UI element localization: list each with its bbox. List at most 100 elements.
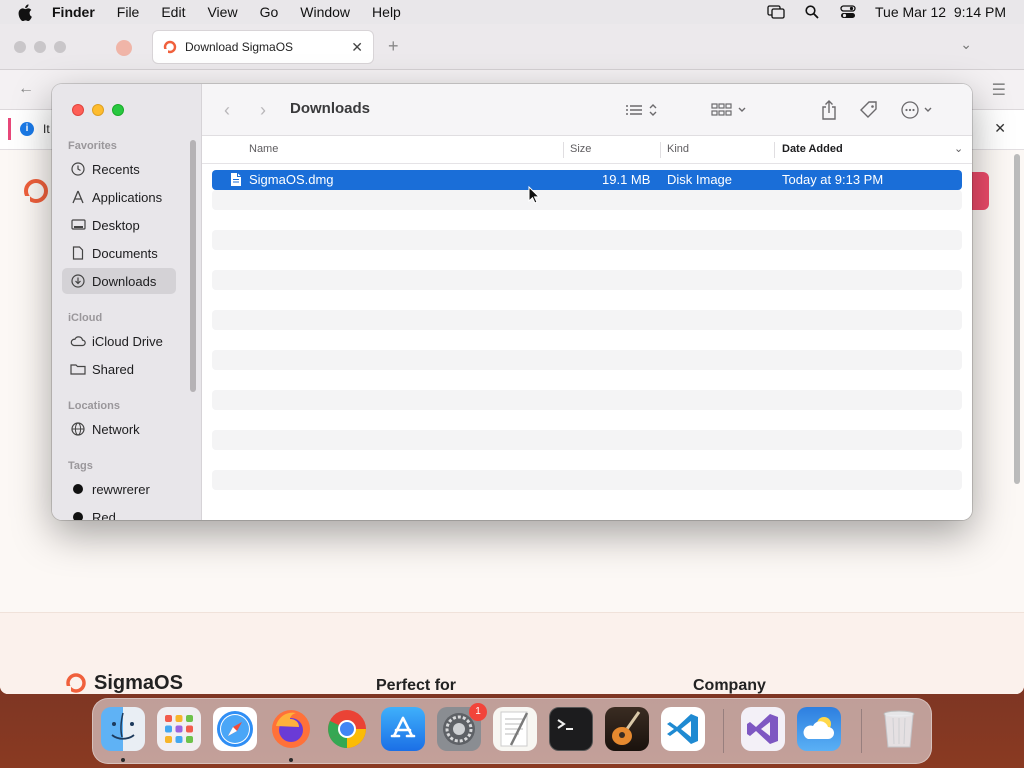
dmg-file-icon — [230, 172, 242, 190]
sidebar-item-tag-red[interactable]: Red — [62, 504, 176, 520]
window-zoom-button[interactable] — [112, 104, 124, 116]
more-actions-button[interactable] — [898, 98, 938, 122]
tags-button[interactable] — [858, 98, 880, 122]
dock-safari-icon[interactable] — [213, 707, 257, 751]
browser-close-button[interactable] — [14, 41, 26, 53]
notification-accent — [8, 118, 11, 140]
dock-chrome-icon[interactable] — [325, 707, 369, 751]
sidebar-item-shared[interactable]: Shared — [62, 356, 176, 382]
finder-content: ‹ › Downloads Name Size Kind Date Added … — [202, 84, 972, 520]
sidebar-item-network[interactable]: Network — [62, 416, 176, 442]
browser-minimize-button[interactable] — [34, 41, 46, 53]
column-divider[interactable] — [774, 142, 775, 158]
empty-row — [212, 350, 962, 370]
tag-icon — [860, 101, 877, 118]
notification-text: It — [43, 122, 50, 136]
browser-tab-strip: Download SigmaOS ✕ + ⌄ — [0, 24, 1024, 70]
sidebar-item-recents[interactable]: Recents — [62, 156, 176, 182]
window-minimize-button[interactable] — [92, 104, 104, 116]
new-tab-icon[interactable]: + — [388, 36, 399, 57]
file-size: 19.1 MB — [602, 172, 651, 187]
sidebar-item-tag-rewwrerer[interactable]: rewwrerer — [62, 476, 176, 502]
sidebar-item-documents[interactable]: Documents — [62, 240, 176, 266]
menu-go[interactable]: Go — [260, 4, 279, 20]
dock-vscode-icon[interactable] — [661, 707, 705, 751]
finder-sidebar: Favorites Recents Applications Desktop D… — [52, 84, 202, 520]
notification-close-icon[interactable]: ✕ — [994, 120, 1006, 137]
tab-close-icon[interactable]: ✕ — [351, 39, 363, 56]
browser-scrollbar[interactable] — [1014, 154, 1020, 484]
footer-brand[interactable]: SigmaOS — [60, 671, 183, 694]
tag-color-dot — [73, 512, 83, 520]
menu-bar: Finder File Edit View Go Window Help Tue… — [0, 0, 1024, 24]
back-chevron-icon[interactable]: ‹ — [224, 100, 230, 121]
column-divider[interactable] — [660, 142, 661, 158]
dock-textedit-icon[interactable] — [493, 707, 537, 751]
browser-zoom-button[interactable] — [54, 41, 66, 53]
empty-row — [212, 390, 962, 410]
dock-trash-icon[interactable] — [877, 707, 921, 751]
spotlight-search-icon[interactable] — [803, 4, 821, 20]
column-header-kind[interactable]: Kind — [667, 143, 689, 155]
share-button[interactable] — [818, 98, 840, 122]
apple-menu-icon[interactable] — [18, 3, 42, 21]
group-by-button[interactable] — [710, 98, 750, 122]
window-close-button[interactable] — [72, 104, 84, 116]
sort-chevron-icon[interactable]: ⌄ — [954, 142, 963, 155]
dock-weather-icon[interactable] — [797, 707, 841, 751]
applications-icon — [70, 189, 86, 205]
column-header-name[interactable]: Name — [249, 143, 278, 155]
browser-back-icon[interactable]: ← — [18, 80, 34, 98]
screen-mirroring-icon[interactable] — [767, 4, 785, 20]
menu-view[interactable]: View — [207, 4, 237, 20]
dock-visual-studio-icon[interactable] — [741, 707, 785, 751]
dock-garageband-icon[interactable] — [605, 707, 649, 751]
empty-row — [212, 470, 962, 490]
window-title: Downloads — [290, 100, 371, 117]
empty-row — [212, 270, 962, 290]
shared-folder-icon — [70, 361, 86, 377]
dock-firefox-icon[interactable] — [269, 707, 313, 751]
sidebar-scrollbar[interactable] — [190, 140, 196, 392]
sidebar-item-downloads[interactable]: Downloads — [62, 268, 176, 294]
dock-terminal-icon[interactable] — [549, 707, 593, 751]
dock-finder-icon[interactable] — [101, 707, 145, 751]
globe-icon — [70, 421, 86, 437]
sidebar-item-label: Documents — [92, 245, 158, 261]
menu-app-name[interactable]: Finder — [52, 4, 95, 20]
sidebar-item-desktop[interactable]: Desktop — [62, 212, 176, 238]
menu-file[interactable]: File — [117, 4, 140, 20]
browser-menu-icon[interactable]: ☰ — [992, 80, 1006, 100]
sidebar-section-favorites: Favorites — [68, 140, 117, 152]
footer-perfect-for-heading: Perfect for — [376, 677, 457, 694]
list-view-button[interactable] — [622, 98, 662, 122]
finder-window: Favorites Recents Applications Desktop D… — [52, 84, 972, 520]
menu-help[interactable]: Help — [372, 4, 401, 20]
dock-app-store-icon[interactable] — [381, 707, 425, 751]
page-footer: SigmaOS Perfect for Company — [0, 612, 1024, 694]
empty-row — [212, 190, 962, 210]
footer-brand-text: SigmaOS — [94, 671, 183, 694]
empty-row — [212, 430, 962, 450]
sidebar-item-applications[interactable]: Applications — [62, 184, 176, 210]
menu-edit[interactable]: Edit — [161, 4, 185, 20]
footer-company-heading: Company — [693, 677, 766, 694]
empty-row — [212, 310, 962, 330]
browser-tab[interactable]: Download SigmaOS ✕ — [152, 30, 374, 64]
column-divider[interactable] — [563, 142, 564, 158]
dock-system-settings-icon[interactable]: 1 — [437, 703, 487, 751]
column-header-date-added[interactable]: Date Added — [782, 143, 843, 155]
dock-running-indicator — [121, 758, 125, 762]
control-center-icon[interactable] — [839, 4, 857, 20]
forward-chevron-icon[interactable]: › — [260, 100, 266, 121]
dock-separator — [861, 709, 862, 753]
tab-overflow-chevron-icon[interactable]: ⌄ — [960, 36, 972, 53]
file-row-selected[interactable]: SigmaOS.dmg 19.1 MB Disk Image Today at … — [212, 170, 962, 190]
column-header-size[interactable]: Size — [570, 143, 591, 155]
sidebar-item-icloud-drive[interactable]: iCloud Drive — [62, 328, 176, 354]
file-date-added: Today at 9:13 PM — [782, 172, 884, 187]
dock-launchpad-icon[interactable] — [157, 707, 201, 751]
menu-window[interactable]: Window — [300, 4, 350, 20]
menu-clock[interactable]: Tue Mar 12 9:14 PM — [875, 4, 1006, 20]
pinned-tab-icon[interactable] — [116, 40, 132, 56]
